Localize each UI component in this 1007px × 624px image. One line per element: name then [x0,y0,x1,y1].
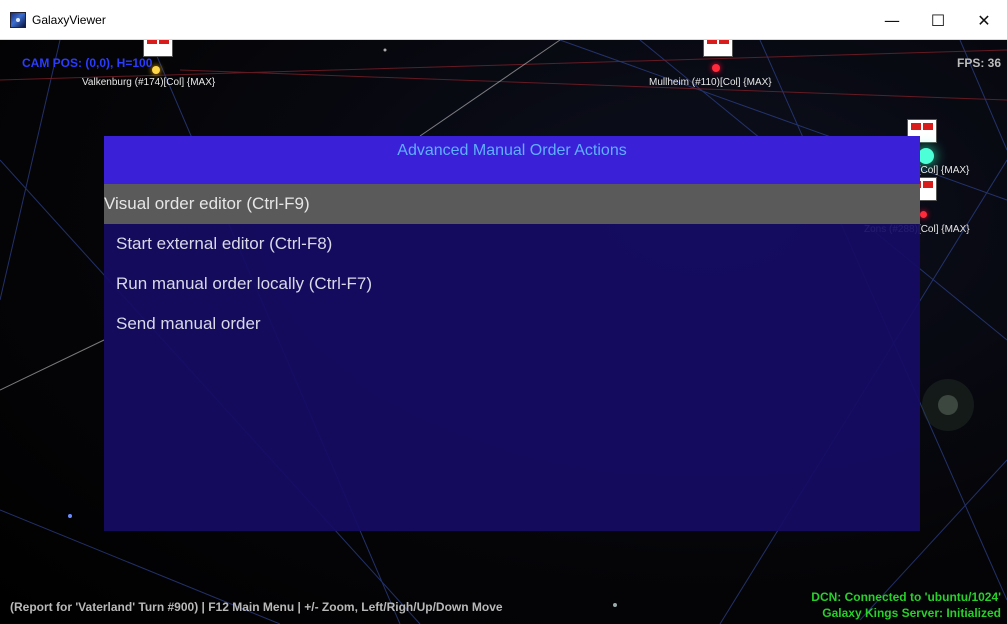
status-bar-help: (Report for 'Vaterland' Turn #900) | F12… [10,600,503,614]
camera-position-readout: CAM POS: (0,0), H=100 [22,56,153,70]
planet-star-valkenburg[interactable] [152,66,160,74]
window-title-bar[interactable]: GalaxyViewer — ☐ ✕ [0,0,1007,40]
planet-star-koeln[interactable] [918,148,934,164]
dcn-connection-status: DCN: Connected to 'ubuntu/1024' [811,590,1001,604]
galaxy-viewport[interactable]: CAM POS: (0,0), H=100 FPS: 36 Valkenburg… [0,40,1007,624]
menu-item-start-external-editor[interactable]: Start external editor (Ctrl-F8) [104,224,920,264]
window-title: GalaxyViewer [32,12,106,27]
planet-star-mullheim[interactable] [712,64,720,72]
minimize-button[interactable]: — [869,0,915,40]
menu-item-send-manual-order[interactable]: Send manual order [104,304,920,344]
planet-star-zons[interactable] [920,211,927,218]
red-white-flag-icon [704,40,732,56]
maximize-button[interactable]: ☐ [915,0,961,40]
close-button[interactable]: ✕ [961,0,1007,40]
menu-item-visual-order-editor[interactable]: Visual order editor (Ctrl-F9) [104,184,920,224]
red-white-flag-icon [144,40,172,56]
galaxy-app-icon [10,11,26,28]
dialog-title: Advanced Manual Order Actions [104,136,920,184]
planet-label-mullheim: Mullheim (#110)[Col] {MAX} [649,77,772,88]
server-status: Galaxy Kings Server: Initialized [822,606,1001,620]
window-controls: — ☐ ✕ [869,0,1007,40]
fps-counter: FPS: 36 [956,56,1001,70]
menu-item-run-manual-order-locally[interactable]: Run manual order locally (Ctrl-F7) [104,264,920,304]
advanced-order-actions-dialog: Advanced Manual Order Actions Visual ord… [104,136,920,531]
planet-label-valkenburg: Valkenburg (#174)[Col] {MAX} [82,77,216,88]
